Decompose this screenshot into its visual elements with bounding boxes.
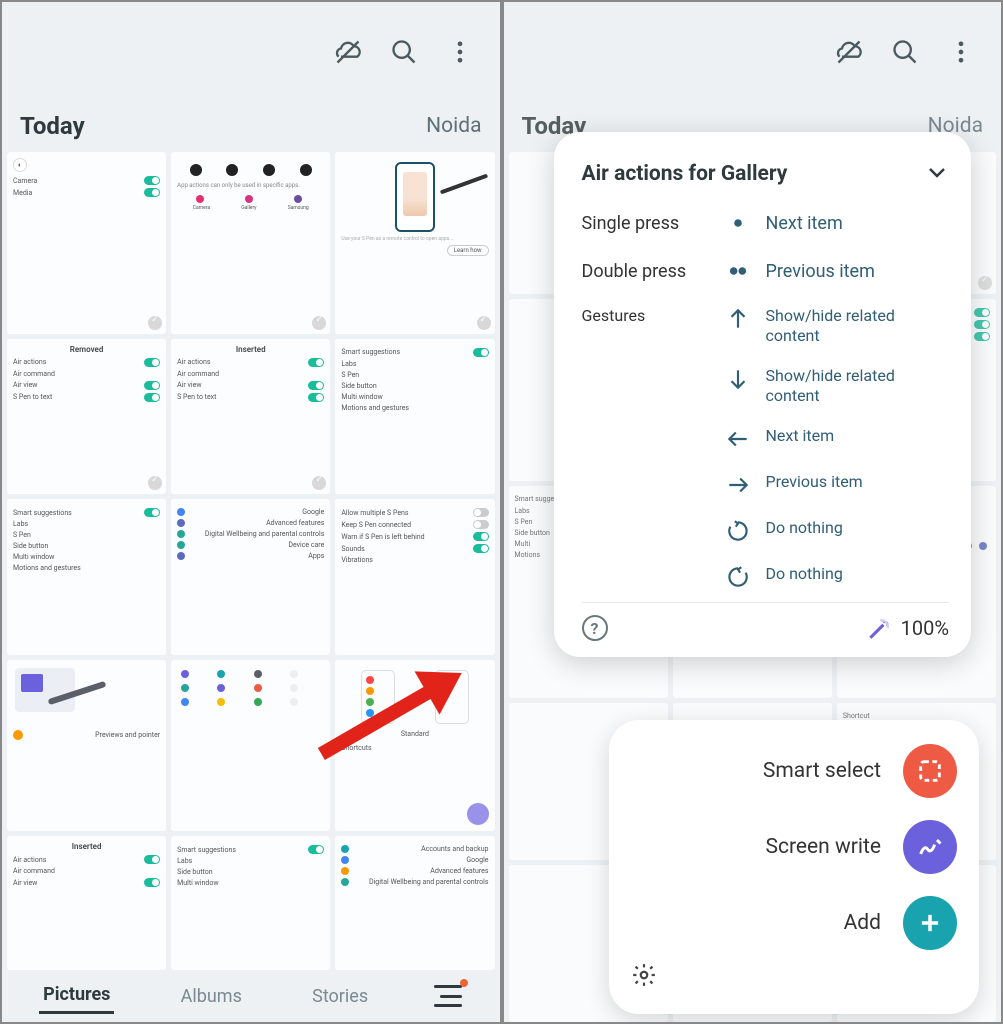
more-icon[interactable] (444, 36, 476, 68)
tab-stories[interactable]: Stories (308, 980, 372, 1013)
spen-battery: 100% (865, 615, 949, 641)
help-icon[interactable]: ? (582, 615, 608, 641)
thumb[interactable]: Previews and pointer (7, 660, 166, 832)
thumb[interactable] (171, 660, 330, 832)
gear-icon[interactable] (631, 962, 657, 992)
add-icon[interactable] (903, 896, 957, 950)
smart-select-row[interactable]: Smart select (631, 744, 957, 798)
gesture-down[interactable]: Show/hide related content (710, 366, 950, 406)
thumb[interactable]: Accounts and backup Google Advanced feat… (335, 836, 494, 970)
thumb[interactable]: Standard Shortcuts (335, 660, 494, 832)
tab-pictures[interactable]: Pictures (39, 978, 114, 1014)
thumb[interactable]: Inserted Air actions Air command Air vie… (7, 836, 166, 970)
section-right: Noida (426, 114, 481, 138)
spen-fab-icon (467, 803, 489, 825)
thumb[interactable]: Allow multiple S Pens Keep S Pen connect… (335, 499, 494, 655)
rotate-cw-icon (710, 518, 766, 544)
arrow-up-icon (710, 306, 766, 332)
search-icon[interactable] (388, 36, 420, 68)
gesture-right[interactable]: Previous item (710, 472, 950, 498)
screen-write-row[interactable]: Screen write (631, 820, 957, 874)
thumb[interactable]: Smart suggestions Labs S Pen Side button… (7, 499, 166, 655)
air-actions-popup: Air actions for Gallery Single press Nex… (554, 132, 972, 657)
single-dot-icon (710, 210, 766, 236)
gestures-label: Gestures (582, 306, 710, 598)
gesture-up[interactable]: Show/hide related content (710, 306, 950, 346)
thumb[interactable]: Google Advanced features Digital Wellbei… (171, 499, 330, 655)
gesture-cw[interactable]: Do nothing (710, 518, 950, 544)
thumb[interactable]: Inserted Air actions Air command Air vie… (171, 339, 330, 495)
screen-write-icon[interactable] (903, 820, 957, 874)
thumb[interactable]: Smart suggestions Labs Side button Multi… (171, 836, 330, 970)
bottom-tabs: Pictures Albums Stories (2, 970, 500, 1022)
arrow-down-icon (710, 366, 766, 392)
left-panel: Today Noida ◐ Camera Media App actions c… (0, 0, 502, 1024)
single-press-row[interactable]: Single press Next item (582, 210, 950, 236)
arrow-right-icon (710, 472, 766, 498)
spen-icon (865, 615, 891, 641)
gesture-ccw[interactable]: Do nothing (710, 564, 950, 590)
arrow-left-icon (710, 426, 766, 452)
double-dot-icon (710, 258, 766, 284)
thumb[interactable]: Smart suggestions Labs S Pen Side button… (335, 339, 494, 495)
hamburger-icon[interactable] (434, 985, 462, 1007)
header (2, 2, 500, 102)
section-row: Today Noida (2, 102, 500, 152)
rotate-ccw-icon (710, 564, 766, 590)
add-row[interactable]: Add (631, 896, 957, 950)
tab-albums[interactable]: Albums (177, 980, 246, 1013)
search-icon[interactable] (889, 36, 921, 68)
cloud-off-icon[interactable] (833, 36, 865, 68)
smart-select-icon[interactable] (903, 744, 957, 798)
thumbnail-grid: ◐ Camera Media App actions can only be u… (2, 152, 500, 970)
header (504, 2, 1002, 102)
air-command-menu: Smart select Screen write Add (609, 720, 979, 1014)
section-left: Today (20, 112, 85, 140)
more-icon[interactable] (945, 36, 977, 68)
gesture-left[interactable]: Next item (710, 426, 950, 452)
popup-title: Air actions for Gallery (582, 162, 788, 186)
double-press-row[interactable]: Double press Previous item (582, 258, 950, 284)
thumb[interactable]: Use your S Pen as a remote control to op… (335, 152, 494, 334)
thumb[interactable]: Removed Air actions Air command Air view… (7, 339, 166, 495)
thumb[interactable]: App actions can only be used in specific… (171, 152, 330, 334)
thumb[interactable]: ◐ Camera Media (7, 152, 166, 334)
cloud-off-icon[interactable] (332, 36, 364, 68)
right-panel: Today Noida Smart suggestions S Pen Side… (502, 0, 1003, 1024)
chevron-down-icon[interactable] (925, 160, 949, 188)
